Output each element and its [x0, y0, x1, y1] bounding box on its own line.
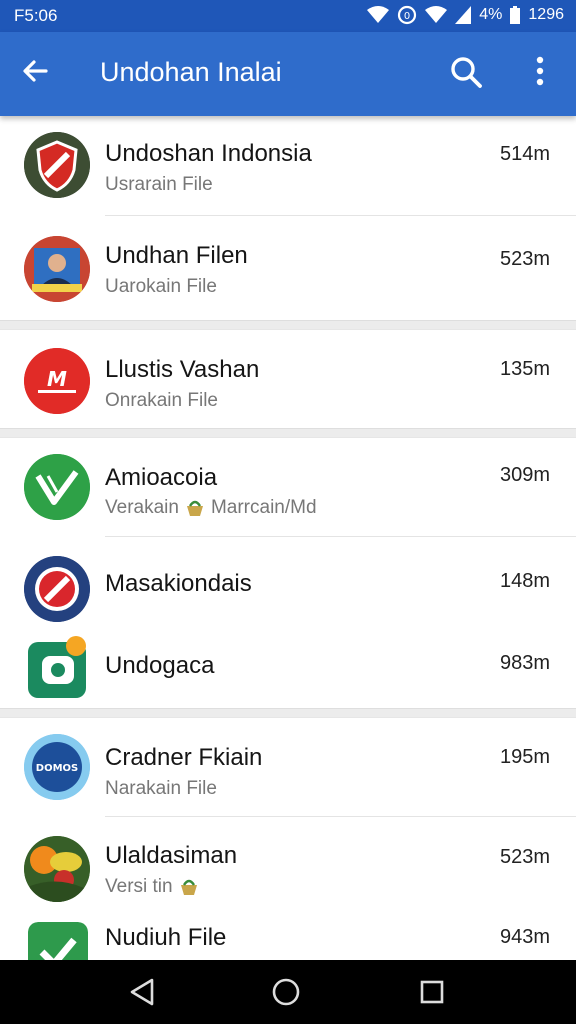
item-name: Masakiondais [105, 570, 252, 597]
green-square-app-icon [28, 636, 88, 698]
blue-badge-logo-icon: DOMOS [24, 734, 90, 800]
recents-square-icon [420, 980, 444, 1004]
status-icons: 0 4% 1296 [367, 5, 564, 25]
system-nav-bar [0, 960, 576, 1024]
item-subtitle: Narakain File [105, 778, 217, 799]
item-subtitle: Versi tin [105, 876, 173, 897]
wifi-icon [367, 6, 390, 23]
item-name: Undogaca [105, 652, 215, 679]
list-item[interactable]: DOMOS Cradner Fkiain Narakain File 195m [0, 718, 576, 817]
data-saver-icon: 0 [398, 5, 417, 25]
item-name: Ulaldasiman [105, 842, 238, 869]
item-size: 943m [499, 926, 550, 948]
item-size: 148m [499, 570, 550, 592]
list-item[interactable]: Undhan Filen Uarokain File 523m [0, 216, 576, 318]
red-m-logo-icon: M [24, 348, 90, 414]
battery-icon [510, 6, 521, 24]
battery-percent: 4% [479, 6, 503, 23]
list-item[interactable]: Undogaca 983m [0, 622, 576, 706]
cell-signal-icon [455, 6, 472, 24]
section-gap [0, 708, 576, 718]
item-size: 523m [499, 248, 550, 270]
item-subtitle-row: Verakain Marrcain/Md [105, 497, 317, 519]
item-subtitle-extra: Marrcain/Md [210, 497, 317, 518]
list-item[interactable]: Amioacoia Verakain Marrcain/Md 309m [0, 438, 576, 538]
item-name: Undoshan Indonsia [105, 140, 312, 167]
item-subtitle: Uarokain File [105, 276, 217, 297]
red-logo-letter: M [47, 367, 67, 391]
item-subtitle: Usrarain File [105, 174, 213, 195]
file-list: Undoshan Indonsia Usrarain File 514m Und… [0, 116, 576, 960]
fruit-photo-icon [24, 836, 90, 902]
item-size: 514m [499, 143, 550, 165]
basket-icon [186, 500, 203, 516]
green-v-check-icon [24, 454, 90, 520]
item-name: Cradner Fkiain [105, 744, 263, 771]
more-vert-icon [536, 56, 544, 86]
search-button[interactable] [448, 54, 492, 94]
portrait-photo-icon [24, 236, 90, 302]
section-gap [0, 428, 576, 438]
item-size: 983m [499, 652, 550, 674]
list-item[interactable]: M Llustis Vashan Onrakain File 135m [0, 330, 576, 432]
item-size: 523m [499, 846, 550, 868]
list-item[interactable]: Undoshan Indonsia Usrarain File 514m [0, 116, 576, 216]
navy-slash-circle-icon [24, 556, 90, 622]
list-item[interactable]: Ulaldasiman Versi tin 523m [0, 816, 576, 916]
section-gap [0, 320, 576, 330]
item-size: 135m [499, 358, 550, 380]
back-button[interactable] [20, 56, 60, 92]
wifi-icon [425, 6, 448, 23]
more-options-button[interactable] [524, 54, 556, 94]
svg-text:0: 0 [404, 11, 410, 22]
app-bar: Undohan Inalai [0, 32, 576, 116]
item-subtitle: Onrakain File [105, 390, 218, 411]
item-name: Nudiuh File [105, 924, 227, 951]
item-size: 309m [499, 464, 550, 486]
search-icon [451, 57, 482, 88]
item-size: 195m [499, 746, 550, 768]
item-subtitle-row: Versi tin [105, 876, 199, 898]
nav-recents-button[interactable] [414, 974, 454, 1010]
item-name: Amioacoia [105, 464, 218, 491]
back-arrow-icon [23, 60, 48, 82]
home-circle-icon [272, 978, 300, 1006]
status-bar: F5:06 0 4% 1296 [0, 0, 576, 32]
item-subtitle: Verakain [105, 497, 179, 518]
basket-icon [180, 879, 197, 895]
nav-back-button[interactable] [124, 974, 164, 1010]
list-item[interactable]: Masakiondais 148m [0, 538, 576, 622]
list-item[interactable]: Nudiuh File 943m [0, 916, 576, 960]
item-name: Llustis Vashan [105, 356, 260, 383]
status-right-text: 1296 [528, 6, 564, 23]
page-title: Undohan Inalai [100, 57, 282, 87]
back-triangle-icon [130, 978, 154, 1006]
green-puzzle-app-icon [28, 922, 88, 960]
item-name: Undhan Filen [105, 242, 248, 269]
red-shield-app-icon [24, 132, 90, 198]
blue-logo-text: DOMOS [36, 763, 78, 774]
status-time: F5:06 [14, 6, 58, 25]
divider [105, 536, 576, 537]
nav-home-button[interactable] [268, 974, 308, 1010]
